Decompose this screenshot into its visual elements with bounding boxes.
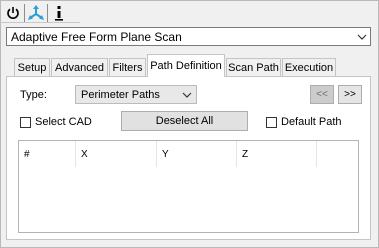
column-header-index[interactable]: #: [19, 141, 76, 167]
tab-advanced[interactable]: Advanced: [51, 58, 108, 76]
power-icon[interactable]: [4, 4, 22, 22]
toolbar-separator: [47, 4, 48, 22]
column-header-extra: [317, 141, 358, 167]
top-toolbar: [4, 3, 68, 23]
scan-type-value: Adaptive Free Form Plane Scan: [11, 29, 182, 44]
tab-filters[interactable]: Filters: [109, 58, 146, 76]
select-cad-label: Select CAD: [35, 116, 92, 128]
column-header-y[interactable]: Y: [157, 141, 237, 167]
column-header-z[interactable]: Z: [237, 141, 317, 167]
path-type-select[interactable]: Perimeter Paths: [75, 85, 197, 104]
previous-button[interactable]: <<: [310, 85, 334, 104]
move-axes-icon[interactable]: [27, 4, 45, 22]
toolbar-underline: [0, 22, 80, 23]
tab-setup[interactable]: Setup: [14, 58, 50, 76]
tab-path-definition[interactable]: Path Definition: [147, 54, 225, 77]
default-path-label: Default Path: [281, 116, 342, 128]
path-points-table[interactable]: # X Y Z: [18, 140, 359, 233]
chevron-down-icon: [178, 92, 196, 98]
path-type-value: Perimeter Paths: [81, 88, 160, 101]
info-icon[interactable]: [50, 4, 68, 22]
toolbar-separator: [24, 4, 25, 22]
scan-type-dropdown[interactable]: Adaptive Free Form Plane Scan: [6, 27, 371, 46]
deselect-all-button[interactable]: Deselect All: [121, 111, 248, 131]
select-cad-checkbox[interactable]: [20, 117, 31, 128]
tab-scan-path[interactable]: Scan Path: [226, 58, 281, 76]
default-path-checkbox[interactable]: [266, 117, 277, 128]
tab-execution[interactable]: Execution: [282, 58, 336, 76]
type-label: Type:: [20, 89, 47, 101]
next-button[interactable]: >>: [338, 85, 362, 104]
table-header: # X Y Z: [19, 141, 358, 167]
chevron-down-icon[interactable]: [354, 28, 370, 45]
column-header-x[interactable]: X: [76, 141, 157, 167]
